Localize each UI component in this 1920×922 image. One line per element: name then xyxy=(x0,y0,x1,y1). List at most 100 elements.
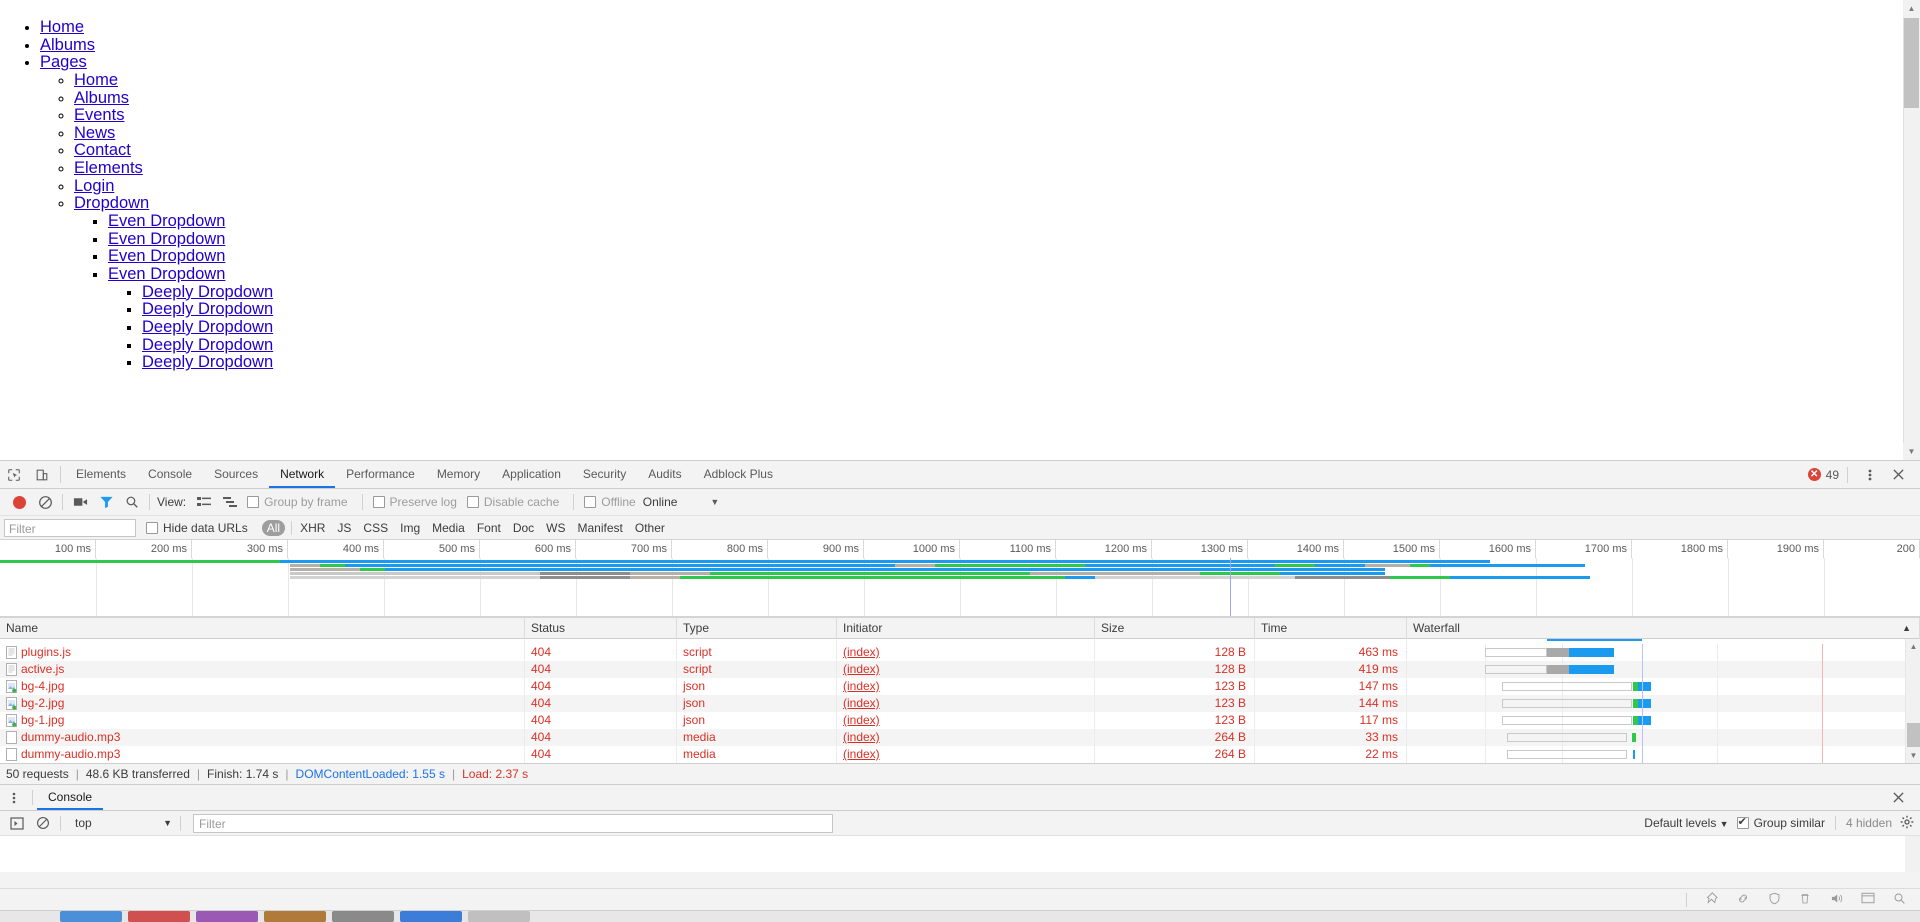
nav-link-home[interactable]: Home xyxy=(74,71,118,89)
nav-link-events[interactable]: Events xyxy=(74,106,124,124)
scroll-up-arrow-icon[interactable]: ▲ xyxy=(1906,639,1920,654)
preserve-log-checkbox[interactable]: Preserve log xyxy=(372,495,457,509)
filter-type-manifest[interactable]: Manifest xyxy=(578,521,623,535)
search-icon[interactable] xyxy=(119,491,145,513)
initiator-link[interactable]: (index) xyxy=(843,730,880,744)
page-scrollbar-thumb[interactable] xyxy=(1904,18,1919,108)
column-header-initiator[interactable]: Initiator xyxy=(837,617,1095,639)
devtools-tab-security[interactable]: Security xyxy=(572,461,637,488)
filter-icon[interactable] xyxy=(93,491,119,513)
devtools-tab-adblock-plus[interactable]: Adblock Plus xyxy=(693,461,784,488)
scroll-down-arrow-icon[interactable]: ▼ xyxy=(1903,443,1920,460)
taskbar-item[interactable] xyxy=(332,911,394,922)
inspect-element-icon[interactable] xyxy=(0,461,28,488)
window-icon[interactable] xyxy=(1861,892,1875,907)
table-row[interactable]: active.js 404 script (index) 128 B 419 ms xyxy=(0,661,1920,678)
page-scrollbar[interactable]: ▲ ▼ xyxy=(1903,0,1920,460)
console-levels-selector[interactable]: Default levels ▼ xyxy=(1644,816,1728,830)
throttling-caret-icon[interactable]: ▼ xyxy=(710,497,719,507)
disable-cache-checkbox[interactable]: Disable cache xyxy=(466,495,559,509)
drawer-close-icon[interactable] xyxy=(1884,791,1912,804)
network-overview-timeline[interactable]: 100 ms 200 ms 300 ms 400 ms 500 ms 600 ms 700 … xyxy=(0,540,1920,618)
trash-icon[interactable] xyxy=(1799,892,1811,908)
initiator-link[interactable]: (index) xyxy=(843,679,880,693)
drawer-more-options-icon[interactable] xyxy=(0,785,28,810)
link-icon[interactable] xyxy=(1736,892,1750,908)
nav-link-even-dropdown[interactable]: Even Dropdown xyxy=(108,212,225,230)
nav-link-home[interactable]: Home xyxy=(40,18,84,36)
close-devtools-icon[interactable] xyxy=(1884,468,1912,481)
hide-data-urls-checkbox[interactable]: Hide data URLs xyxy=(146,521,248,535)
filter-type-other[interactable]: Other xyxy=(635,521,665,535)
more-options-icon[interactable] xyxy=(1856,468,1884,482)
taskbar-item[interactable] xyxy=(60,911,122,922)
taskbar-item[interactable] xyxy=(128,911,190,922)
requests-scrollbar-thumb[interactable] xyxy=(1907,723,1920,747)
filter-type-xhr[interactable]: XHR xyxy=(300,521,325,535)
column-header-name[interactable]: Name xyxy=(0,617,525,639)
drawer-tab-console[interactable]: Console xyxy=(37,785,104,810)
nav-link-even-dropdown[interactable]: Even Dropdown xyxy=(108,230,225,248)
devtools-tab-audits[interactable]: Audits xyxy=(637,461,692,488)
group-similar-checkbox[interactable]: Group similar xyxy=(1736,815,1825,830)
table-row[interactable]: bg-1.jpg 404 json (index) 123 B 117 ms xyxy=(0,712,1920,729)
console-scrollbar[interactable] xyxy=(1905,836,1920,872)
nav-link-even-dropdown[interactable]: Even Dropdown xyxy=(108,247,225,266)
column-header-time[interactable]: Time xyxy=(1255,617,1407,639)
gear-icon[interactable] xyxy=(1900,815,1914,832)
search-icon[interactable] xyxy=(1893,892,1906,908)
column-header-size[interactable]: Size xyxy=(1095,617,1255,639)
requests-scrollbar[interactable]: ▲ ▼ xyxy=(1905,639,1920,763)
execution-context-icon[interactable] xyxy=(4,812,30,834)
table-row[interactable]: plugins.js 404 script (index) 128 B 463 ms xyxy=(0,644,1920,661)
taskbar-item[interactable] xyxy=(196,911,258,922)
filter-type-all[interactable]: All xyxy=(261,519,286,536)
devtools-tab-application[interactable]: Application xyxy=(491,461,572,488)
scroll-up-arrow-icon[interactable]: ▲ xyxy=(1903,0,1920,17)
throttling-value[interactable]: Online xyxy=(643,495,678,509)
nav-link-pages[interactable]: Pages xyxy=(40,53,87,71)
pin-icon[interactable] xyxy=(1705,891,1718,908)
nav-link-even-dropdown[interactable]: Even Dropdown xyxy=(108,265,225,283)
offline-checkbox[interactable]: Offline xyxy=(584,495,636,509)
shield-icon[interactable] xyxy=(1768,892,1781,908)
nav-link-deeply-dropdown[interactable]: Deeply Dropdown xyxy=(142,318,273,336)
waterfall-view-icon[interactable] xyxy=(217,491,243,513)
nav-link-deeply-dropdown[interactable]: Deeply Dropdown xyxy=(142,353,273,371)
table-row[interactable]: bg-2.jpg 404 json (index) 123 B 144 ms xyxy=(0,695,1920,712)
nav-link-deeply-dropdown[interactable]: Deeply Dropdown xyxy=(142,300,273,318)
device-toolbar-icon[interactable] xyxy=(28,461,56,488)
column-header-status[interactable]: Status xyxy=(525,617,677,639)
filter-type-js[interactable]: JS xyxy=(337,521,351,535)
taskbar-item[interactable] xyxy=(468,911,530,922)
list-view-icon[interactable] xyxy=(191,491,217,513)
clear-console-icon[interactable] xyxy=(30,812,56,834)
devtools-tab-sources[interactable]: Sources xyxy=(203,461,269,488)
nav-link-deeply-dropdown[interactable]: Deeply Dropdown xyxy=(142,336,273,354)
console-context-selector[interactable]: top ▼ xyxy=(71,814,176,833)
scroll-down-arrow-icon[interactable]: ▼ xyxy=(1906,748,1920,763)
taskbar-item[interactable] xyxy=(400,911,462,922)
devtools-tab-performance[interactable]: Performance xyxy=(335,461,426,488)
speaker-icon[interactable] xyxy=(1829,892,1843,908)
record-button[interactable] xyxy=(6,491,32,513)
nav-link-login[interactable]: Login xyxy=(74,177,114,195)
filter-type-font[interactable]: Font xyxy=(477,521,501,535)
nav-link-deeply-dropdown[interactable]: Deeply Dropdown xyxy=(142,283,273,301)
nav-link-elements[interactable]: Elements xyxy=(74,159,143,177)
column-header-waterfall[interactable]: Waterfall ▲ xyxy=(1407,617,1920,639)
filter-type-doc[interactable]: Doc xyxy=(513,521,534,535)
initiator-link[interactable]: (index) xyxy=(843,713,880,727)
nav-link-albums[interactable]: Albums xyxy=(40,36,95,54)
table-row[interactable]: bg-4.jpg 404 json (index) 123 B 147 ms xyxy=(0,678,1920,695)
filter-type-ws[interactable]: WS xyxy=(546,521,565,535)
capture-screenshots-icon[interactable] xyxy=(67,491,93,513)
clear-button[interactable] xyxy=(32,491,58,513)
filter-type-img[interactable]: Img xyxy=(400,521,420,535)
initiator-link[interactable]: (index) xyxy=(843,747,880,761)
devtools-tab-memory[interactable]: Memory xyxy=(426,461,491,488)
nav-link-dropdown[interactable]: Dropdown xyxy=(74,194,149,213)
nav-link-albums[interactable]: Albums xyxy=(74,89,129,107)
devtools-tab-console[interactable]: Console xyxy=(137,461,203,488)
filter-type-media[interactable]: Media xyxy=(432,521,465,535)
